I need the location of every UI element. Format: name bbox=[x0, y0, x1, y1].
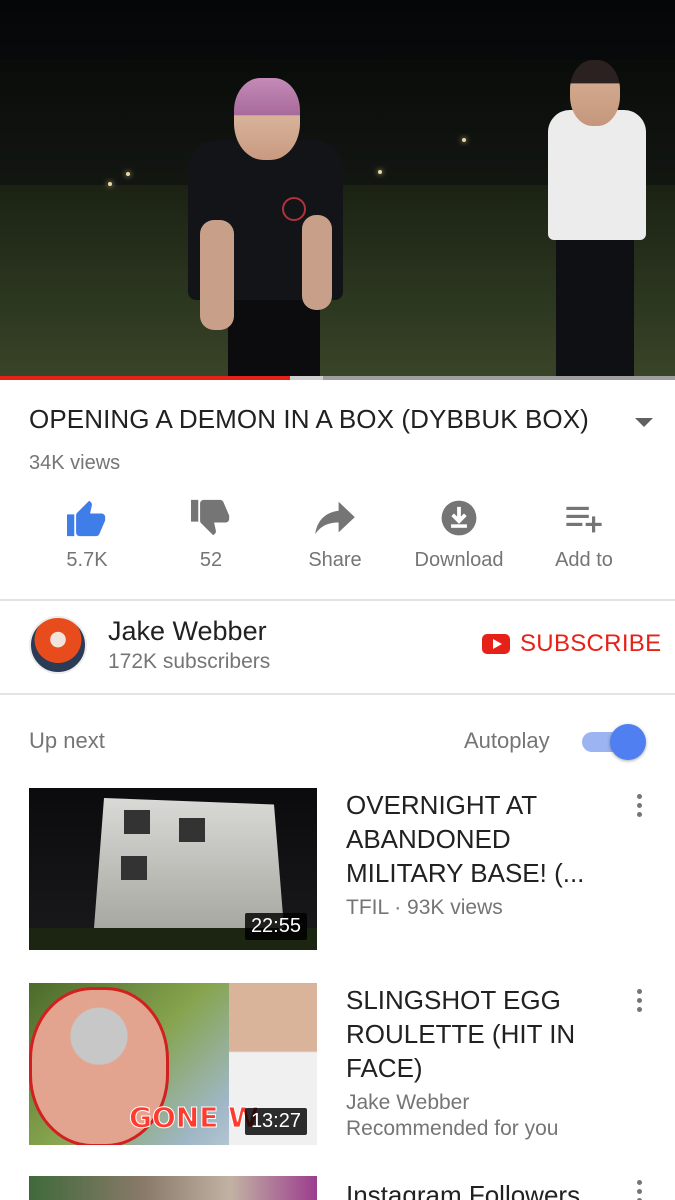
list-item[interactable]: 22:55 OVERNIGHT AT ABANDONED MILITARY BA… bbox=[0, 788, 675, 958]
autoplay-toggle[interactable] bbox=[582, 724, 646, 760]
video-item-title[interactable]: SLINGSHOT EGG ROULETTE (HIT IN FACE) bbox=[346, 983, 616, 1085]
video-frame-light bbox=[108, 182, 112, 186]
video-duration: 13:27 bbox=[244, 1108, 307, 1135]
download-label: Download bbox=[414, 549, 504, 571]
video-item-reason: Recommended for you bbox=[346, 1117, 559, 1140]
thumbnail-window bbox=[121, 856, 147, 880]
video-progress-bar[interactable] bbox=[0, 376, 675, 380]
toggle-knob bbox=[610, 724, 646, 760]
progress-buffered bbox=[290, 376, 323, 380]
video-person-head bbox=[570, 60, 620, 126]
video-item-meta: TFIL · 93K views bbox=[346, 896, 503, 919]
up-next-heading: Up next bbox=[29, 728, 105, 753]
video-person-body bbox=[548, 110, 646, 240]
channel-name[interactable]: Jake Webber bbox=[108, 616, 267, 647]
add-to-label: Add to bbox=[555, 549, 613, 571]
thumb-down-icon bbox=[149, 496, 273, 540]
channel-subscriber-count: 172K subscribers bbox=[108, 650, 271, 673]
video-player[interactable] bbox=[0, 0, 675, 380]
video-item-title[interactable]: OVERNIGHT AT ABANDONED MILITARY BASE! (.… bbox=[346, 788, 616, 890]
vertical-dots-icon[interactable] bbox=[634, 989, 644, 1015]
vertical-dots-icon[interactable] bbox=[634, 794, 644, 820]
video-duration: 22:55 bbox=[244, 913, 307, 940]
youtube-logo-icon bbox=[482, 634, 510, 654]
share-button[interactable]: Share bbox=[273, 496, 397, 572]
list-item[interactable]: GONE W 13:27 SLINGSHOT EGG ROULETTE (HIT… bbox=[0, 983, 675, 1153]
like-button[interactable]: 5.7K bbox=[25, 496, 149, 572]
download-circle-icon bbox=[397, 496, 521, 540]
thumb-up-icon bbox=[25, 496, 149, 540]
video-thumbnail[interactable]: 22:55 bbox=[29, 788, 317, 950]
video-frame-light bbox=[462, 138, 466, 142]
dislike-count: 52 bbox=[199, 549, 223, 571]
channel-avatar[interactable] bbox=[29, 616, 87, 674]
video-person-head bbox=[234, 78, 300, 160]
video-person-legs bbox=[556, 236, 634, 376]
video-title-row[interactable]: OPENING A DEMON IN A BOX (DYBBUK BOX) bbox=[29, 404, 659, 438]
section-divider bbox=[0, 599, 675, 601]
like-count: 5.7K bbox=[66, 549, 108, 571]
thumbnail-window bbox=[124, 810, 150, 834]
share-label: Share bbox=[308, 549, 362, 571]
section-divider bbox=[0, 693, 675, 695]
video-person-arm bbox=[302, 215, 332, 310]
download-button[interactable]: Download bbox=[397, 496, 521, 572]
thumbnail-text: GONE W bbox=[129, 1101, 260, 1135]
list-item[interactable]: Instagram Followers bbox=[0, 1176, 675, 1200]
add-to-button[interactable]: Add to bbox=[522, 496, 646, 572]
share-arrow-icon bbox=[273, 496, 397, 540]
shirt-crosshair-logo bbox=[282, 197, 306, 221]
subscribe-button[interactable]: SUBSCRIBE bbox=[482, 630, 661, 658]
video-frame-light bbox=[126, 172, 130, 176]
triangle-down-icon[interactable] bbox=[635, 418, 653, 427]
video-frame-light bbox=[378, 170, 382, 174]
video-person-arm bbox=[200, 220, 234, 330]
view-count: 34K views bbox=[29, 452, 121, 474]
dislike-button[interactable]: 52 bbox=[149, 496, 273, 572]
video-actions: 5.7K 52 Share Download Add to bbox=[0, 496, 675, 580]
video-title: OPENING A DEMON IN A BOX (DYBBUK BOX) bbox=[29, 404, 589, 434]
video-item-title[interactable]: Instagram Followers bbox=[346, 1178, 616, 1200]
video-person-legs bbox=[228, 300, 320, 380]
video-item-channel: Jake Webber bbox=[346, 1091, 470, 1114]
video-thumbnail[interactable] bbox=[29, 1176, 317, 1200]
thumbnail-window bbox=[179, 818, 205, 842]
playlist-add-icon bbox=[522, 496, 646, 540]
subscribe-label: SUBSCRIBE bbox=[520, 630, 662, 657]
video-thumbnail[interactable]: GONE W 13:27 bbox=[29, 983, 317, 1145]
vertical-dots-icon[interactable] bbox=[634, 1180, 644, 1200]
progress-played bbox=[0, 376, 291, 380]
autoplay-label: Autoplay bbox=[464, 728, 550, 753]
